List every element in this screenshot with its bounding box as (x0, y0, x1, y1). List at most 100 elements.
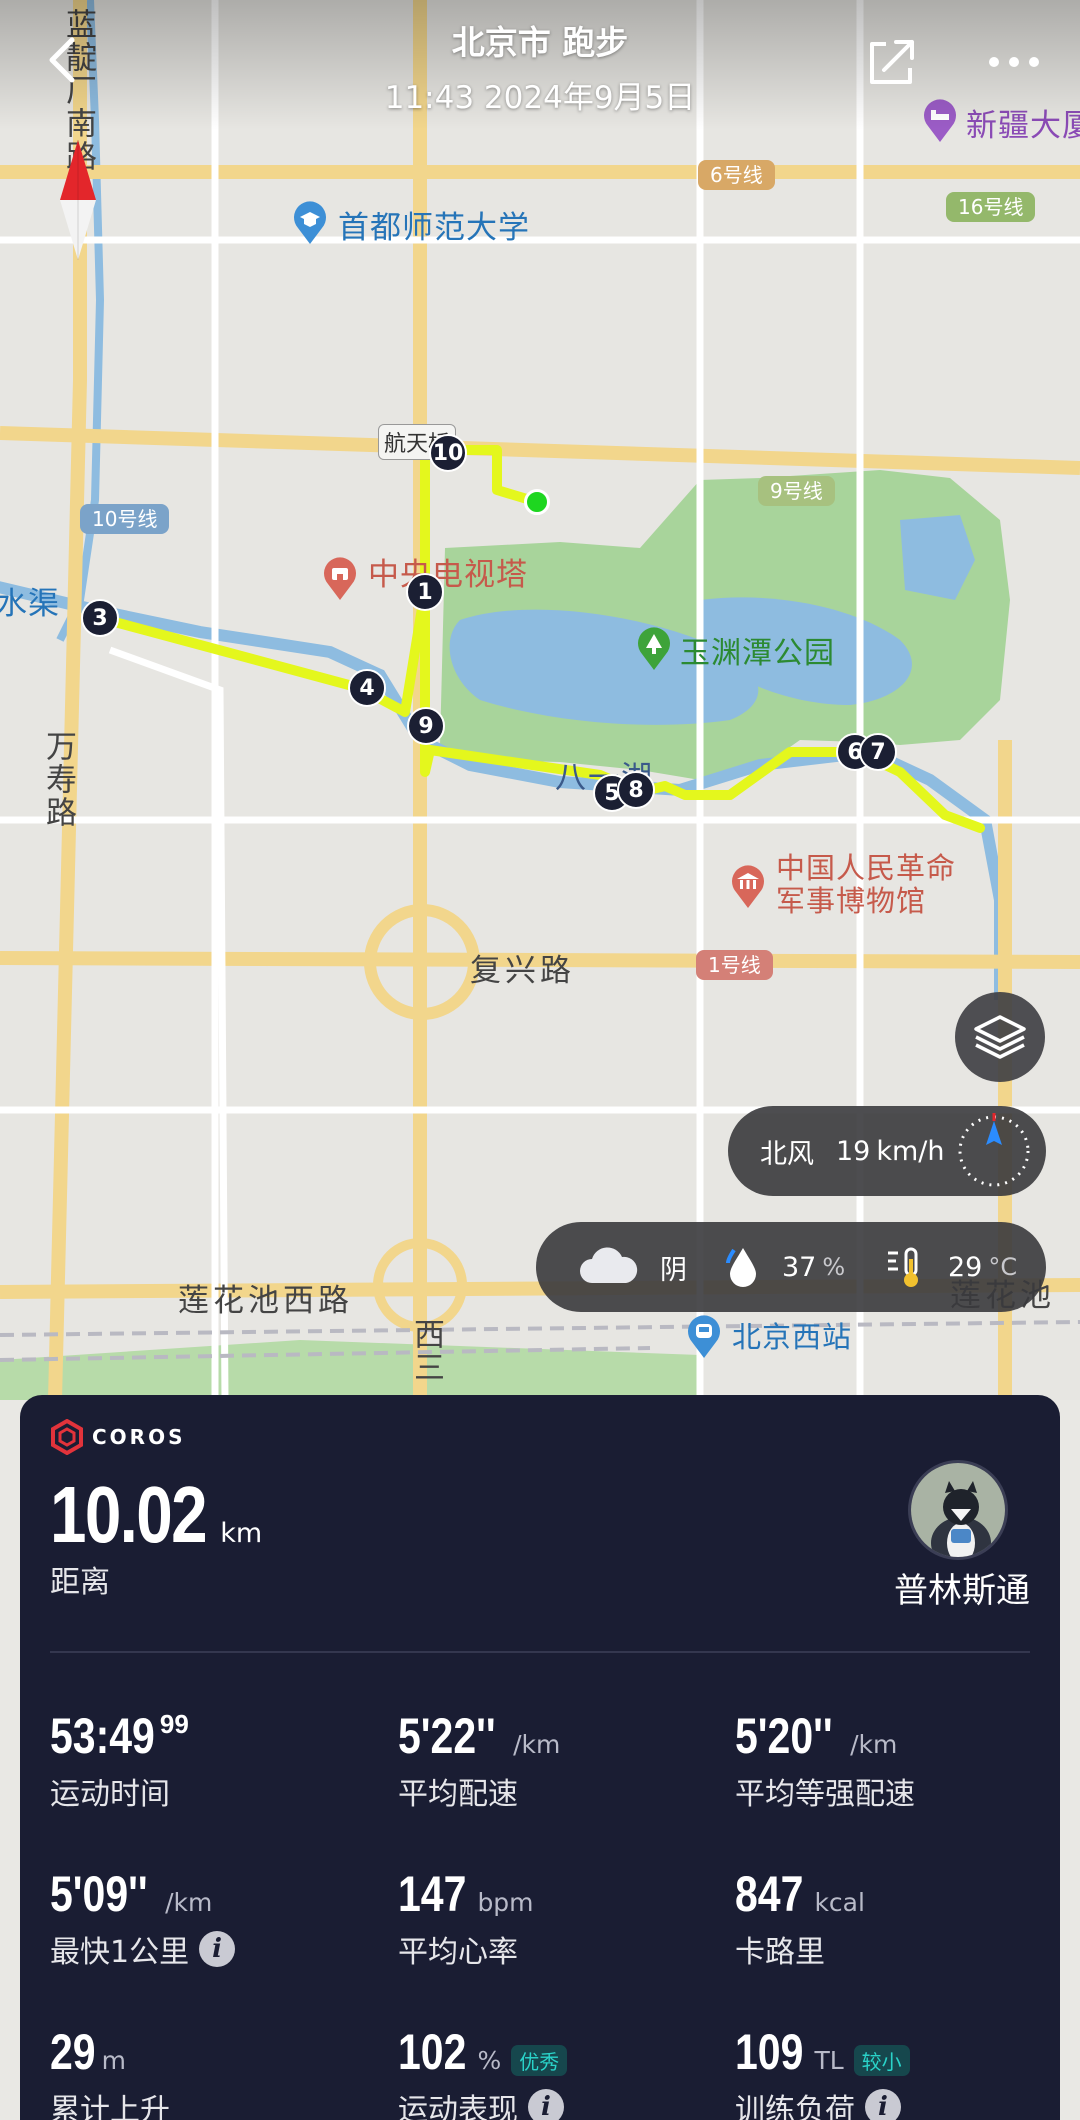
stat-grade-pace: 5'20'' /km 平均等强配速 (735, 1707, 915, 1813)
stat-avg-pace-unit: /km (513, 1730, 561, 1759)
metro-line-9: 9号线 (758, 476, 835, 506)
user-name: 普林斯通 (894, 1571, 1030, 1611)
water-label-shuiqu: 水渠 (0, 586, 60, 622)
tower-pin-icon[interactable] (320, 556, 360, 600)
stat-training-load-unit: TL (814, 2046, 844, 2075)
stat-avg-hr-value: 147 (398, 1866, 467, 1922)
stat-avg-pace-value: 5'22'' (398, 1708, 496, 1764)
share-icon[interactable] (864, 36, 920, 88)
km-marker[interactable]: 1 (406, 573, 444, 611)
info-icon[interactable]: i (528, 2089, 564, 2120)
stat-time-hundredths: 99 (159, 1709, 189, 1739)
distance-unit: km (220, 1518, 263, 1549)
avatar[interactable] (908, 1460, 1008, 1560)
humidity-value: 37 (782, 1251, 817, 1283)
road-label-wanshou: 万寿路 (40, 730, 76, 829)
museum-pin-icon[interactable] (728, 864, 768, 908)
card-divider (50, 1651, 1030, 1653)
stat-performance-unit: % (477, 2046, 502, 2075)
poi-park[interactable]: 玉渊潭公园 (680, 628, 835, 672)
stat-calories-label: 卡路里 (735, 1935, 825, 1970)
poi-university[interactable]: 首都师范大学 (338, 202, 530, 247)
stat-avg-pace-label: 平均配速 (398, 1777, 518, 1812)
stat-training-load-label: 训练负荷 (735, 2093, 855, 2120)
humidity-icon (726, 1248, 756, 1287)
stat-calories-unit: kcal (814, 1888, 865, 1917)
km-marker[interactable]: 9 (407, 707, 445, 745)
poi-tv-tower[interactable]: 中央电视塔 (368, 557, 528, 594)
road-label-lianhuachi-west: 莲花池西路 (178, 1283, 353, 1319)
stat-performance-label: 运动表现 (398, 2093, 518, 2120)
info-icon[interactable]: i (199, 1931, 236, 1967)
stat-time-value: 53:49 (50, 1708, 155, 1764)
stat-performance-value: 102 (398, 2024, 467, 2080)
humidity-unit: % (822, 1253, 846, 1281)
stat-avg-hr: 147 bpm 平均心率 (398, 1865, 534, 1971)
stat-performance-tag: 优秀 (511, 2045, 568, 2076)
stat-fastest-km: 5'09'' /km 最快1公里 i (50, 1865, 236, 1971)
distance-value-group: 10.02 km (50, 1469, 262, 1561)
weather-condition: 阴 (660, 1254, 687, 1286)
stat-ascent-unit: m (101, 2046, 126, 2075)
wind-info: 北风 19 km/h (728, 1106, 1046, 1196)
poi-museum[interactable]: 中国人民革命 军事博物馆 (776, 851, 956, 919)
stat-training-load-tag: 较小 (853, 2045, 910, 2076)
compass-icon[interactable] (58, 140, 98, 260)
poi-station[interactable]: 北京西站 (732, 1314, 852, 1356)
layers-icon (974, 1015, 1026, 1059)
temperature-value: 29 (948, 1251, 983, 1283)
metro-line-10: 10号线 (80, 504, 170, 534)
stat-time: 53:49 99 运动时间 (50, 1707, 189, 1813)
road-label-xisan: 西三 (408, 1318, 444, 1384)
road-label-fuxing: 复兴路 (470, 953, 575, 989)
park-pin-icon[interactable] (634, 626, 674, 670)
stat-calories: 847 kcal 卡路里 (735, 1865, 865, 1971)
wind-unit: km/h (876, 1135, 945, 1167)
stat-avg-pace: 5'22'' /km 平均配速 (398, 1707, 560, 1813)
stat-training-load-value: 109 (735, 2024, 804, 2080)
km-marker[interactable]: 8 (617, 771, 655, 809)
route-start-dot (524, 489, 550, 515)
metro-line-6: 6号线 (698, 160, 775, 190)
activity-summary-card: COROS 10.02 km 距离 普林斯通 53:49 99 运动时间 5'2… (20, 1395, 1060, 2120)
cloud-icon (580, 1247, 638, 1283)
coros-logo-icon (51, 1419, 83, 1455)
stat-fastest-km-label: 最快1公里 (50, 1935, 190, 1970)
stat-avg-hr-unit: bpm (477, 1888, 534, 1917)
university-pin-icon[interactable] (290, 200, 330, 244)
stat-calories-value: 847 (735, 1866, 804, 1922)
wind-compass-icon (958, 1113, 1030, 1187)
stat-fastest-km-unit: /km (165, 1888, 213, 1917)
metro-line-16: 16号线 (946, 192, 1036, 222)
km-marker[interactable]: 4 (348, 669, 386, 707)
stat-ascent-value: 29 (50, 2024, 96, 2080)
stat-avg-hr-label: 平均心率 (398, 1935, 518, 1970)
km-marker[interactable]: 7 (859, 733, 897, 771)
temperature-unit: °C (988, 1253, 1018, 1281)
stat-ascent-label: 累计上升 (50, 2093, 170, 2120)
stat-training-load: 109 TL 较小 训练负荷 i (735, 2023, 910, 2120)
stat-grade-pace-value: 5'20'' (735, 1708, 833, 1764)
stat-grade-pace-label: 平均等强配速 (735, 1777, 915, 1812)
stat-performance: 102 % 优秀 运动表现 i (398, 2023, 568, 2120)
stat-time-label: 运动时间 (50, 1777, 170, 1812)
wind-direction: 北风 (760, 1138, 814, 1170)
layers-button[interactable] (955, 992, 1045, 1082)
distance-value: 10.02 (50, 1470, 208, 1559)
stat-grade-pace-unit: /km (850, 1730, 898, 1759)
metro-line-1: 1号线 (696, 950, 773, 980)
weather-info: 阴 37 % 29 °C (536, 1222, 1046, 1312)
brand: COROS (50, 1417, 186, 1457)
km-marker[interactable]: 10 (429, 434, 467, 472)
info-icon[interactable]: i (865, 2089, 901, 2120)
stat-ascent: 29 m 累计上升 (50, 2023, 170, 2120)
brand-name: COROS (92, 1425, 186, 1449)
user-avatar-image (911, 1463, 1005, 1557)
route-map[interactable]: 蓝靛厂南路 万寿路 复兴路 莲花池西路 莲花池 西三 水渠 八一湖 航天桥 6号… (0, 0, 1080, 1400)
stat-fastest-km-value: 5'09'' (50, 1866, 148, 1922)
distance-label: 距离 (50, 1565, 110, 1600)
km-marker[interactable]: 3 (81, 599, 119, 637)
more-icon[interactable] (984, 42, 1044, 82)
station-pin-icon[interactable] (684, 1314, 724, 1358)
wind-speed: 19 (836, 1135, 871, 1167)
